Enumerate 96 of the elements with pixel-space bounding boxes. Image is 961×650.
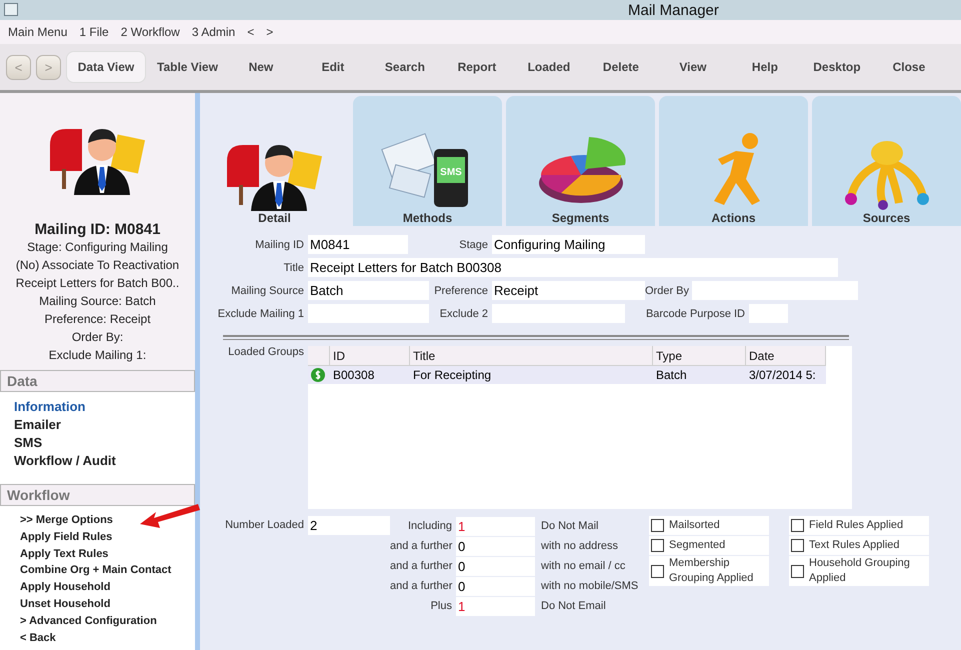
field-label: Plus [430, 600, 453, 612]
workflow-link[interactable]: Combine Org + Main Contact [20, 562, 172, 580]
checkbox[interactable] [791, 519, 804, 532]
field-label: Title [282, 262, 305, 274]
table-cell-text: B00308 [332, 367, 376, 384]
workflow-link[interactable]: >> Merge Options [20, 512, 113, 529]
count-note: with no email / cc [540, 560, 626, 572]
toolbar-button[interactable]: Delete [584, 51, 657, 83]
toolbar-button[interactable]: Edit [296, 51, 369, 83]
count-field[interactable]: 0 [456, 576, 535, 596]
sidebar-link[interactable]: Information [14, 398, 195, 416]
count-note: Do Not Mail [540, 520, 600, 532]
summary-line: Order By: [72, 329, 124, 346]
field-label: Loaded Groups [227, 346, 305, 358]
toolbar-button[interactable]: Search [368, 51, 441, 83]
count-field[interactable]: 1 [456, 596, 535, 616]
checkbox-label: Mailsorted [669, 518, 720, 533]
table-cell-text: For Receipting [412, 367, 492, 384]
table-cell-text: Batch [655, 367, 688, 384]
workflow-link[interactable]: < Back [20, 630, 56, 646]
field-label: Order By [645, 284, 690, 296]
sidebar-link[interactable]: Workflow / Audit [14, 452, 195, 470]
checkbox-label: Household Grouping Applied [809, 556, 911, 586]
app-icon [4, 3, 18, 16]
field-label: and a further [390, 540, 454, 552]
summary-line: Preference: Receipt [44, 311, 151, 328]
count-field[interactable]: 0 [456, 536, 535, 556]
count-field[interactable]: 1 [456, 516, 535, 536]
toolbar-button[interactable]: Help [728, 51, 801, 83]
checkbox[interactable] [651, 539, 664, 552]
menu-item[interactable]: 2 Workflow [120, 25, 180, 39]
sidebar-link[interactable]: Emailer [14, 416, 195, 434]
checkbox[interactable] [651, 564, 664, 578]
workflow-link[interactable]: > Advanced Configuration [20, 612, 157, 630]
menu-item[interactable]: 3 Admin [192, 25, 236, 39]
section-header: Workflow [0, 484, 195, 506]
field-label: Exclude 2 [438, 308, 489, 320]
field-label: and a further [390, 560, 454, 572]
toolbar-button[interactable]: Close [872, 51, 945, 83]
checkbox[interactable] [651, 519, 664, 532]
field-label: Mailing ID [254, 238, 305, 250]
input-field[interactable]: Configuring Mailing [492, 235, 645, 254]
input-field[interactable]: Receipt [492, 281, 645, 300]
toolbar-button[interactable]: Data View [66, 51, 146, 83]
section-header: Data [0, 370, 195, 392]
toolbar-button[interactable]: Report [440, 51, 513, 83]
field-label: Mailing Source [230, 284, 305, 296]
field-label: and a further [390, 580, 454, 592]
field-label: Exclude Mailing 1 [216, 308, 305, 320]
toolbar-button[interactable]: Desktop [800, 51, 873, 83]
table-cell-text: 3/07/2014 5: [748, 367, 817, 384]
summary-line: Mailing Source: Batch [39, 293, 156, 310]
checkbox-label: Membership Grouping Applied [669, 556, 754, 586]
input-field[interactable]: Receipt Letters for Batch B00308 [308, 258, 838, 277]
table-row[interactable]: B00308 For Receipting Batch 3/07/2014 5: [308, 366, 826, 384]
workflow-link[interactable]: Unset Household [20, 596, 110, 613]
workflow-link[interactable]: Apply Household [20, 579, 110, 596]
checkbox[interactable] [791, 564, 804, 578]
menu-item[interactable]: Main Menu [8, 25, 68, 39]
menu-item[interactable]: 1 File [79, 25, 109, 39]
count-note: with no mobile/SMS [540, 580, 640, 592]
field-label: Barcode Purpose ID [644, 308, 746, 320]
field-label: Preference [433, 284, 489, 296]
dollar-coin-icon [311, 368, 325, 382]
sidebar-link[interactable]: SMS [14, 434, 195, 452]
tab[interactable]: Segments [506, 96, 655, 226]
count-field[interactable]: 0 [456, 556, 535, 576]
workflow-link[interactable]: Apply Field Rules [20, 528, 112, 546]
workflow-link[interactable]: Apply Text Rules [20, 546, 108, 562]
tab[interactable]: Actions [659, 96, 808, 226]
checkbox[interactable] [791, 539, 804, 552]
field-label: Stage [458, 238, 489, 250]
window-title: Mail Manager [628, 2, 719, 18]
checkbox-label: Segmented [669, 538, 726, 553]
menu-item[interactable]: > [266, 25, 274, 39]
mailing-heading: Mailing ID: M0841 [34, 221, 160, 238]
count-note: Do Not Email [540, 600, 607, 612]
summary-line: Stage: Configuring Mailing [27, 239, 168, 256]
checkbox-label: Field Rules Applied [809, 518, 904, 533]
field-label: Including [406, 520, 453, 532]
field-label: Number Loaded [224, 518, 305, 533]
toolbar-button[interactable]: Loaded [512, 51, 585, 83]
toolbar-button[interactable]: Table View [150, 51, 225, 83]
input-field[interactable]: Batch [308, 281, 429, 300]
input-field[interactable]: M0841 [308, 235, 408, 254]
toolbar-button[interactable]: View [656, 51, 729, 83]
checkbox-label: Text Rules Applied [809, 538, 900, 553]
tab[interactable]: Sources [812, 96, 961, 226]
menu-item[interactable]: < [247, 25, 254, 39]
summary-line: (No) Associate To Reactivation [16, 257, 180, 274]
tab[interactable]: SMS Methods [353, 96, 502, 226]
summary-line: Exclude Mailing 1: [48, 347, 146, 364]
summary-line: Receipt Letters for Batch B00.. [16, 275, 180, 292]
input-field[interactable]: 2 [308, 516, 390, 535]
toolbar-button[interactable]: New [224, 51, 297, 83]
count-note: with no address [540, 540, 620, 552]
